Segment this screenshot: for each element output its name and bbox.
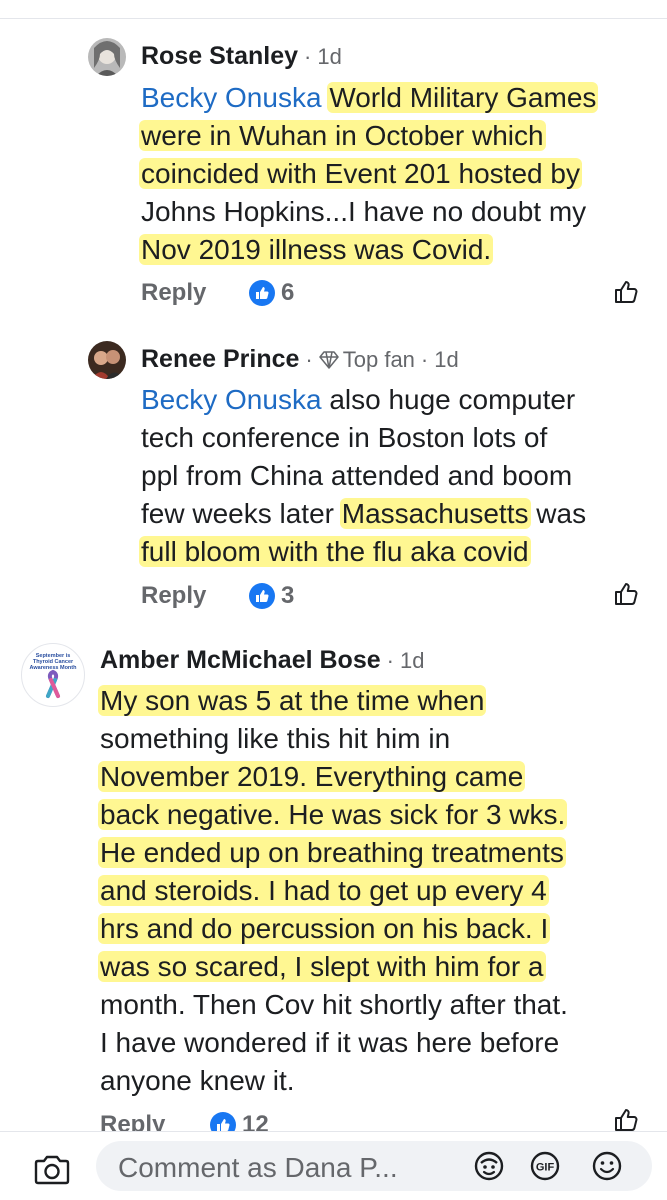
author-name[interactable]: Renee Prince bbox=[141, 345, 299, 373]
comment-body: Becky Onuska World Military Games were i… bbox=[139, 82, 599, 265]
emoji-icon[interactable] bbox=[590, 1149, 624, 1188]
top-fan-badge: Top fan bbox=[319, 347, 415, 372]
comment-placeholder: Comment as Dana P... bbox=[118, 1152, 398, 1183]
like-reaction-icon bbox=[249, 583, 275, 609]
comment-header: Rose Stanley · 1d bbox=[141, 42, 342, 70]
diamond-icon bbox=[319, 351, 339, 369]
mention-link[interactable]: Becky Onuska bbox=[141, 384, 322, 415]
avatar[interactable]: September is Thyroid Cancer Awareness Mo… bbox=[21, 643, 85, 707]
like-count[interactable]: 6 bbox=[249, 275, 294, 311]
comment-input[interactable]: Comment as Dana P... GIF bbox=[96, 1141, 652, 1191]
timestamp[interactable]: 1d bbox=[434, 347, 458, 372]
timestamp[interactable]: 1d bbox=[317, 44, 341, 69]
like-button-icon[interactable] bbox=[612, 278, 640, 311]
svg-text:GIF: GIF bbox=[536, 1162, 555, 1174]
gif-icon[interactable]: GIF bbox=[528, 1149, 562, 1188]
comment-actions: Reply 3 bbox=[141, 578, 641, 614]
comment-composer: Comment as Dana P... GIF bbox=[0, 1131, 667, 1200]
divider-line bbox=[0, 18, 667, 19]
like-count[interactable]: 3 bbox=[249, 578, 294, 614]
author-name[interactable]: Amber McMichael Bose bbox=[100, 646, 381, 674]
comment-header: Amber McMichael Bose · 1d bbox=[100, 646, 425, 674]
like-reaction-icon bbox=[249, 280, 275, 306]
comment-body: Becky Onuska also huge computer tech con… bbox=[139, 384, 587, 567]
avatar-sticker-icon[interactable] bbox=[472, 1149, 506, 1188]
like-button-icon[interactable] bbox=[612, 580, 640, 613]
timestamp[interactable]: 1d bbox=[400, 648, 424, 673]
reply-button[interactable]: Reply bbox=[141, 275, 206, 311]
camera-icon[interactable] bbox=[33, 1155, 71, 1190]
author-name[interactable]: Rose Stanley bbox=[141, 42, 298, 70]
reply-button[interactable]: Reply bbox=[141, 578, 206, 614]
mention-link[interactable]: Becky Onuska bbox=[141, 82, 322, 113]
comment-body: My son was 5 at the time when something … bbox=[98, 685, 568, 1096]
avatar[interactable] bbox=[88, 341, 126, 379]
avatar[interactable] bbox=[88, 38, 126, 76]
comment-actions: Reply 6 bbox=[141, 275, 641, 311]
comment-header: Renee Prince · Top fan · 1d bbox=[141, 345, 459, 373]
